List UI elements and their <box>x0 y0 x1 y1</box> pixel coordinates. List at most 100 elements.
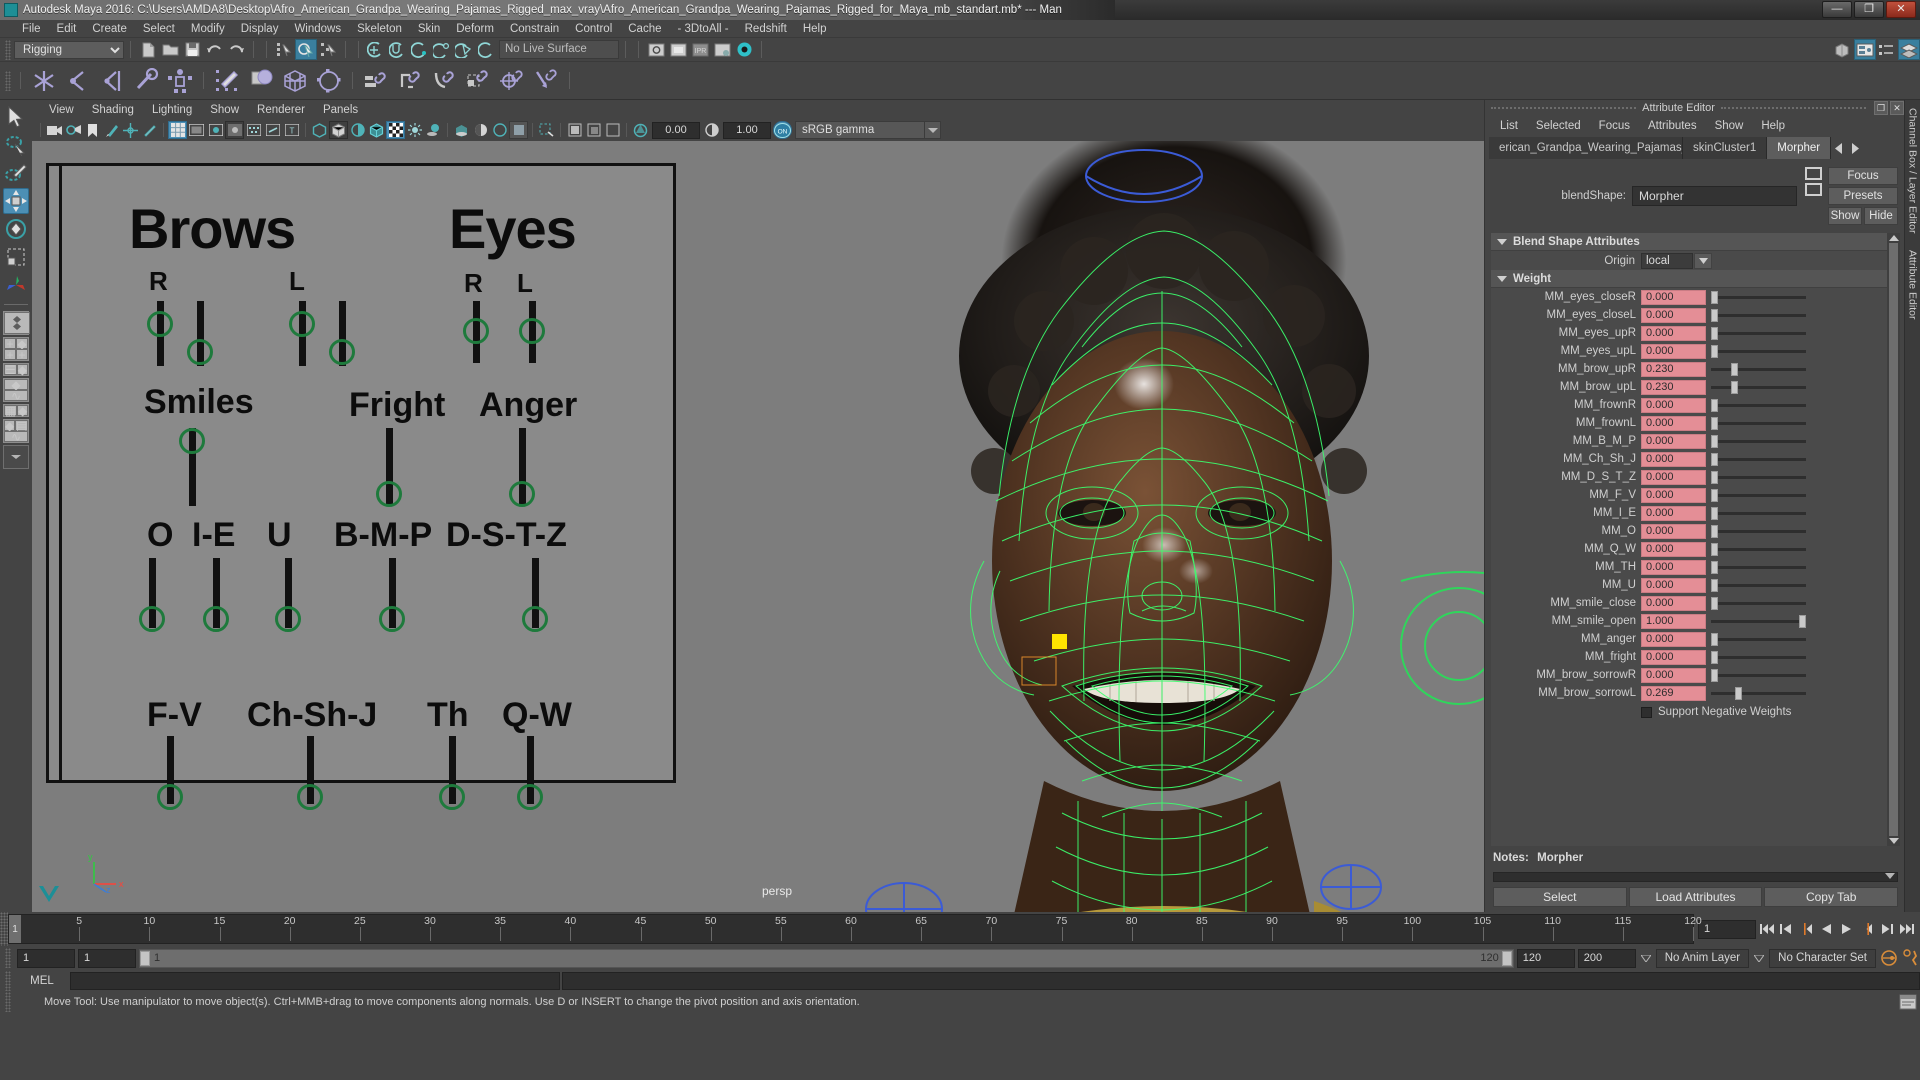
layout-cell[interactable]: + <box>16 348 28 362</box>
weight-value-field[interactable]: 0.000 <box>1641 595 1706 611</box>
range-handle-right[interactable] <box>1501 950 1512 966</box>
weight-value-field[interactable]: 0.230 <box>1641 379 1706 395</box>
slider-handle[interactable] <box>1711 308 1718 322</box>
weight-value-field[interactable]: 0.000 <box>1641 289 1706 305</box>
menu-set-selector[interactable]: Rigging <box>14 40 124 59</box>
show-button[interactable]: Show <box>1828 207 1862 225</box>
menu-item-modify[interactable]: Modify <box>183 20 233 38</box>
ae-tab-skincluster[interactable]: skinCluster1 <box>1683 137 1768 159</box>
scrollbar-thumb[interactable] <box>1889 243 1898 836</box>
range-slider-grip[interactable] <box>5 948 11 968</box>
menu-item-skin[interactable]: Skin <box>410 20 448 38</box>
weight-value-field[interactable]: 0.000 <box>1641 541 1706 557</box>
maximize-button[interactable]: ❐ <box>1854 1 1884 18</box>
collapse-triangle-icon[interactable] <box>1497 238 1507 245</box>
create-ik-handle-icon[interactable] <box>61 65 95 97</box>
weight-slider[interactable] <box>1711 452 1806 467</box>
make-live-icon[interactable] <box>475 39 497 60</box>
gamma-field[interactable]: 1.00 <box>723 121 771 139</box>
weight-slider[interactable] <box>1711 596 1806 611</box>
weight-slider[interactable] <box>1711 632 1806 647</box>
move-tool-icon[interactable] <box>3 188 29 214</box>
quick-layout-four-pane[interactable]: + ◆ + + <box>3 337 29 362</box>
select-by-object-type-icon[interactable] <box>295 39 317 60</box>
shadows-icon[interactable] <box>424 121 443 139</box>
select-tool-icon[interactable] <box>3 104 29 130</box>
frame-blend-shape-attributes[interactable]: Blend Shape Attributes <box>1491 233 1887 251</box>
layout-cell[interactable]: ◆ <box>17 404 29 418</box>
menu-item-skeleton[interactable]: Skeleton <box>349 20 410 38</box>
side-tab-channel-box[interactable]: Channel Box / Layer Editor <box>1907 100 1919 242</box>
slider-handle[interactable] <box>1711 542 1718 556</box>
create-ik-spline-handle-icon[interactable] <box>95 65 129 97</box>
playback-end-field[interactable]: 120 <box>1516 948 1575 968</box>
undock-panel-icon[interactable]: ❐ <box>1874 101 1889 115</box>
ae-tab-morpher[interactable]: Morpher <box>1767 137 1832 159</box>
display-layer-a-icon[interactable] <box>565 121 584 139</box>
minimize-button[interactable]: — <box>1822 1 1852 18</box>
weight-slider[interactable] <box>1711 434 1806 449</box>
snap-to-grid-icon[interactable] <box>365 39 387 60</box>
save-scene-icon[interactable] <box>181 39 203 60</box>
quick-layout-persp-graph-2[interactable]: ◆ ▤ ∿ <box>3 419 29 444</box>
insert-joint-tool-icon[interactable] <box>129 65 163 97</box>
go-to-start-icon[interactable] <box>1757 919 1776 939</box>
output-connection-icon[interactable] <box>1805 183 1822 196</box>
weight-slider[interactable] <box>1711 470 1806 485</box>
weight-slider[interactable] <box>1711 290 1806 305</box>
origin-dropdown-icon[interactable] <box>1694 252 1712 269</box>
blendshape-name-field[interactable]: Morpher <box>1632 186 1797 206</box>
layout-cell[interactable]: ∿ <box>4 430 28 444</box>
weight-slider[interactable] <box>1711 326 1806 341</box>
viewport-menu-shading[interactable]: Shading <box>83 104 143 116</box>
xray-active-components-icon[interactable]: T <box>282 121 301 139</box>
play-forwards-icon[interactable] <box>1837 919 1856 939</box>
anti-aliasing-icon[interactable] <box>471 121 490 139</box>
step-forward-key-icon[interactable] <box>1877 919 1896 939</box>
slider-handle[interactable] <box>1711 290 1718 304</box>
weight-value-field[interactable]: 0.000 <box>1641 397 1706 413</box>
board-slider-knob[interactable] <box>275 606 301 632</box>
menu-item-control[interactable]: Control <box>567 20 620 38</box>
hide-button[interactable]: Hide <box>1864 207 1898 225</box>
quick-layout-single-pane[interactable] <box>3 311 30 335</box>
menu-item-redshift[interactable]: Redshift <box>737 20 795 38</box>
texture-toggle-icon[interactable] <box>386 121 405 139</box>
slider-handle[interactable] <box>1711 506 1718 520</box>
board-slider-knob[interactable] <box>376 481 402 507</box>
slider-handle[interactable] <box>1799 614 1806 628</box>
weight-value-field[interactable]: 0.000 <box>1641 469 1706 485</box>
weight-slider[interactable] <box>1711 362 1806 377</box>
board-slider-knob[interactable] <box>509 481 535 507</box>
support-negative-weights-checkbox[interactable] <box>1641 706 1652 718</box>
select-by-component-type-icon[interactable] <box>317 39 339 60</box>
snap-to-curve-icon[interactable] <box>387 39 409 60</box>
weight-value-field[interactable]: 0.000 <box>1641 415 1706 431</box>
scale-constraint-icon[interactable] <box>461 65 495 97</box>
lattice-deformer-icon[interactable] <box>278 65 312 97</box>
range-handle-left[interactable] <box>140 950 150 966</box>
shade-selected-items-icon[interactable] <box>348 121 367 139</box>
exposure-field[interactable]: 0.00 <box>652 121 700 139</box>
auto-key-icon[interactable] <box>1879 948 1898 968</box>
board-slider-knob[interactable] <box>519 318 545 344</box>
collapse-triangle-icon[interactable] <box>1497 275 1507 282</box>
menu-item-create[interactable]: Create <box>84 20 135 38</box>
weight-slider[interactable] <box>1711 686 1806 701</box>
render-settings-icon[interactable] <box>711 39 733 60</box>
slider-handle[interactable] <box>1711 470 1718 484</box>
viewport-menu-lighting[interactable]: Lighting <box>143 104 201 116</box>
board-slider-knob[interactable] <box>463 318 489 344</box>
weight-slider[interactable] <box>1711 380 1806 395</box>
paint-skin-weights-icon[interactable] <box>210 65 244 97</box>
last-tool-used-icon[interactable] <box>3 272 29 298</box>
range-dropdown-icon[interactable] <box>1639 954 1653 962</box>
weight-value-field[interactable]: 0.000 <box>1641 649 1706 665</box>
show-hide-channel-box-icon[interactable] <box>1898 39 1920 60</box>
range-bar[interactable]: 1 120 <box>139 948 1514 968</box>
slider-handle[interactable] <box>1711 650 1718 664</box>
menu-item-constrain[interactable]: Constrain <box>502 20 567 38</box>
weight-value-field[interactable]: 0.230 <box>1641 361 1706 377</box>
board-slider-knob[interactable] <box>147 311 173 337</box>
focus-button[interactable]: Focus <box>1828 167 1898 185</box>
